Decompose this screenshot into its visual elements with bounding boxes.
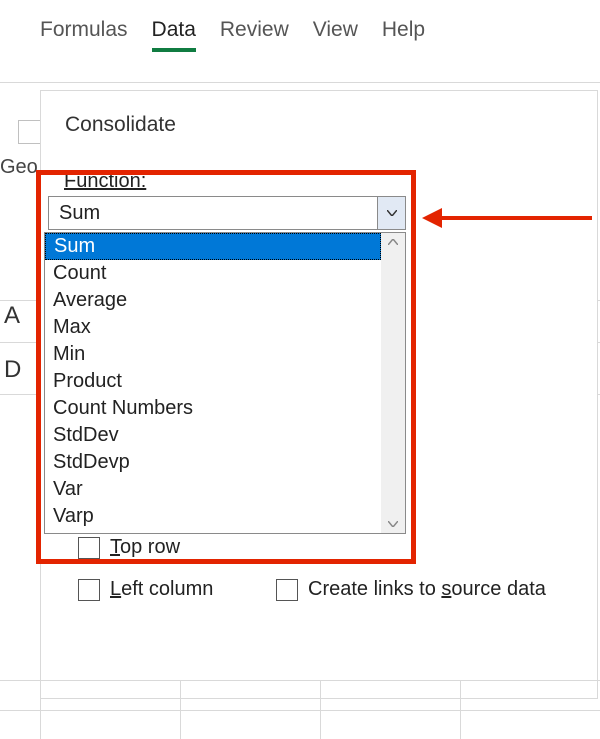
tab-review[interactable]: Review bbox=[220, 18, 289, 48]
checkbox-icon[interactable] bbox=[276, 579, 298, 601]
list-item[interactable]: Min bbox=[45, 341, 381, 368]
row-label-a: A bbox=[4, 302, 20, 330]
function-label: Function: bbox=[64, 170, 146, 193]
ribbon-divider bbox=[0, 82, 600, 83]
arrow-line bbox=[440, 216, 592, 220]
chevron-up-icon bbox=[388, 239, 398, 245]
checkbox-left-column-label: Left column bbox=[110, 578, 213, 601]
checkbox-left-column[interactable]: Left column bbox=[78, 578, 213, 601]
list-item[interactable]: Average bbox=[45, 287, 381, 314]
function-dropdown-value: Sum bbox=[49, 202, 377, 225]
spreadsheet-grid bbox=[0, 680, 600, 739]
list-item[interactable]: Var bbox=[45, 476, 381, 503]
dialog-title: Consolidate bbox=[41, 91, 597, 165]
chevron-down-icon bbox=[387, 210, 397, 216]
tab-view[interactable]: View bbox=[313, 18, 358, 48]
ribbon-group-label: Geo bbox=[0, 156, 38, 179]
function-dropdown[interactable]: Sum bbox=[48, 196, 406, 230]
function-options: Sum Count Average Max Min Product Count … bbox=[45, 233, 381, 533]
list-item[interactable]: Sum bbox=[45, 233, 381, 260]
tab-formulas[interactable]: Formulas bbox=[40, 18, 128, 48]
list-item[interactable]: Count bbox=[45, 260, 381, 287]
annotation-arrow bbox=[422, 208, 592, 228]
checkbox-icon[interactable] bbox=[78, 579, 100, 601]
ribbon-tabs: Formulas Data Review View Help bbox=[0, 18, 600, 60]
list-item[interactable]: Varp bbox=[45, 503, 381, 530]
list-item[interactable]: Product bbox=[45, 368, 381, 395]
row-label-d: D bbox=[4, 356, 21, 384]
checkbox-top-row[interactable]: Top row bbox=[78, 536, 180, 559]
checkbox-create-links[interactable]: Create links to source data bbox=[276, 578, 546, 601]
list-item[interactable]: StdDev bbox=[45, 422, 381, 449]
list-scrollbar[interactable] bbox=[381, 233, 405, 533]
checkbox-top-row-label: Top row bbox=[110, 536, 180, 559]
list-item[interactable]: Count Numbers bbox=[45, 395, 381, 422]
arrow-head-icon bbox=[422, 208, 442, 228]
function-dropdown-button[interactable] bbox=[377, 197, 405, 229]
chevron-down-icon bbox=[388, 521, 398, 527]
list-item[interactable]: StdDevp bbox=[45, 449, 381, 476]
list-item[interactable]: Max bbox=[45, 314, 381, 341]
checkbox-icon[interactable] bbox=[78, 537, 100, 559]
checkbox-create-links-label: Create links to source data bbox=[308, 578, 546, 601]
tab-help[interactable]: Help bbox=[382, 18, 425, 48]
function-dropdown-list[interactable]: Sum Count Average Max Min Product Count … bbox=[44, 232, 406, 534]
tab-data[interactable]: Data bbox=[152, 18, 196, 52]
